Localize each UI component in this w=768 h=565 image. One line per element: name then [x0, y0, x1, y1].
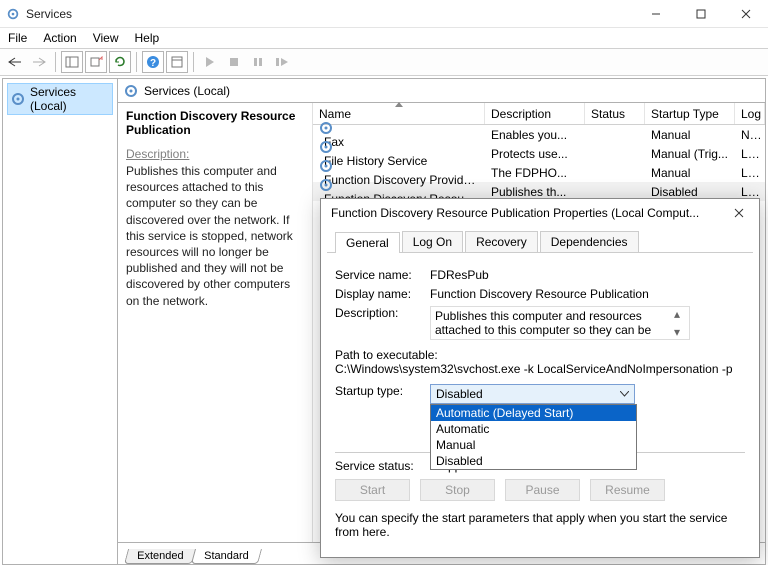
chevron-down-icon: [620, 391, 629, 397]
menubar: File Action View Help: [0, 28, 768, 48]
stop-service-button[interactable]: [223, 51, 245, 73]
label-path: Path to executable:: [335, 348, 745, 362]
scroll-down-icon[interactable]: ▾: [674, 325, 688, 339]
close-button[interactable]: [723, 0, 768, 28]
label-description: Description:: [335, 306, 430, 320]
label-display-name: Display name:: [335, 287, 430, 301]
gear-icon: [124, 84, 138, 98]
tab-dependencies[interactable]: Dependencies: [540, 231, 639, 252]
column-name[interactable]: Name: [313, 103, 485, 124]
menu-view[interactable]: View: [93, 31, 119, 45]
menu-file[interactable]: File: [8, 31, 27, 45]
restart-service-button[interactable]: [271, 51, 293, 73]
description-textbox[interactable]: Publishes this computer and resources at…: [430, 306, 690, 340]
toolbar: ?: [0, 48, 768, 76]
startup-type-dropdown: Automatic (Delayed Start) Automatic Manu…: [430, 404, 637, 470]
pause-button[interactable]: Pause: [505, 479, 580, 501]
column-status[interactable]: Status: [585, 103, 645, 124]
stop-button[interactable]: Stop: [420, 479, 495, 501]
properties-dialog: Function Discovery Resource Publication …: [320, 198, 760, 558]
value-path: C:\Windows\system32\svchost.exe -k Local…: [335, 362, 745, 376]
refresh-button[interactable]: [109, 51, 131, 73]
tree-item-label: Services (Local): [30, 85, 109, 113]
selected-service-title: Function Discovery Resource Publication: [126, 109, 304, 137]
titlebar: Services: [0, 0, 768, 28]
startup-type-select[interactable]: Disabled Automatic (Delayed Start) Autom…: [430, 384, 635, 404]
start-button[interactable]: Start: [335, 479, 410, 501]
description-label: Description:: [126, 147, 304, 161]
option-automatic-delayed[interactable]: Automatic (Delayed Start): [431, 405, 636, 421]
tree-item-services-local[interactable]: Services (Local): [7, 83, 113, 115]
window-title: Services: [26, 7, 633, 21]
tab-logon[interactable]: Log On: [402, 231, 463, 252]
value-service-name: FDResPub: [430, 268, 745, 282]
tab-extended[interactable]: Extended: [124, 549, 197, 564]
option-disabled[interactable]: Disabled: [431, 453, 636, 469]
svg-text:?: ?: [150, 58, 156, 69]
footer-note: You can specify the start parameters tha…: [335, 511, 745, 539]
scroll-up-icon[interactable]: ▴: [674, 307, 688, 321]
label-startup-type: Startup type:: [335, 384, 430, 398]
tab-recovery[interactable]: Recovery: [465, 231, 538, 252]
option-automatic[interactable]: Automatic: [431, 421, 636, 437]
forward-button[interactable]: [28, 51, 50, 73]
maximize-button[interactable]: [678, 0, 723, 28]
value-display-name: Function Discovery Resource Publication: [430, 287, 745, 301]
column-startup-type[interactable]: Startup Type: [645, 103, 735, 124]
menu-action[interactable]: Action: [43, 31, 76, 45]
show-hide-tree-button[interactable]: [61, 51, 83, 73]
label-service-name: Service name:: [335, 268, 430, 282]
gear-icon: [11, 92, 25, 106]
column-description[interactable]: Description: [485, 103, 585, 124]
dialog-close-button[interactable]: [719, 199, 759, 227]
description-pane: Function Discovery Resource Publication …: [118, 103, 313, 542]
resume-button[interactable]: Resume: [590, 479, 665, 501]
label-service-status: Service status:: [335, 459, 430, 473]
help-button[interactable]: ?: [142, 51, 164, 73]
list-header-bar: Services (Local): [118, 79, 765, 103]
tab-standard[interactable]: Standard: [191, 549, 262, 564]
minimize-button[interactable]: [633, 0, 678, 28]
start-service-button[interactable]: [199, 51, 221, 73]
dialog-title: Function Discovery Resource Publication …: [331, 206, 699, 220]
tab-general[interactable]: General: [335, 232, 400, 253]
menu-help[interactable]: Help: [135, 31, 160, 45]
tree-pane: Services (Local): [3, 79, 118, 564]
pause-service-button[interactable]: [247, 51, 269, 73]
gear-icon: [319, 178, 479, 192]
gear-icon: [319, 159, 479, 173]
export-list-button[interactable]: [85, 51, 107, 73]
sort-asc-icon: [395, 102, 403, 107]
services-app-icon: [6, 7, 20, 21]
gear-icon: [319, 140, 479, 154]
column-logon[interactable]: Log: [735, 103, 765, 124]
description-text: Publishes this computer and resources at…: [126, 163, 304, 309]
list-header-label: Services (Local): [144, 84, 230, 98]
back-button[interactable]: [4, 51, 26, 73]
option-manual[interactable]: Manual: [431, 437, 636, 453]
properties-button[interactable]: [166, 51, 188, 73]
